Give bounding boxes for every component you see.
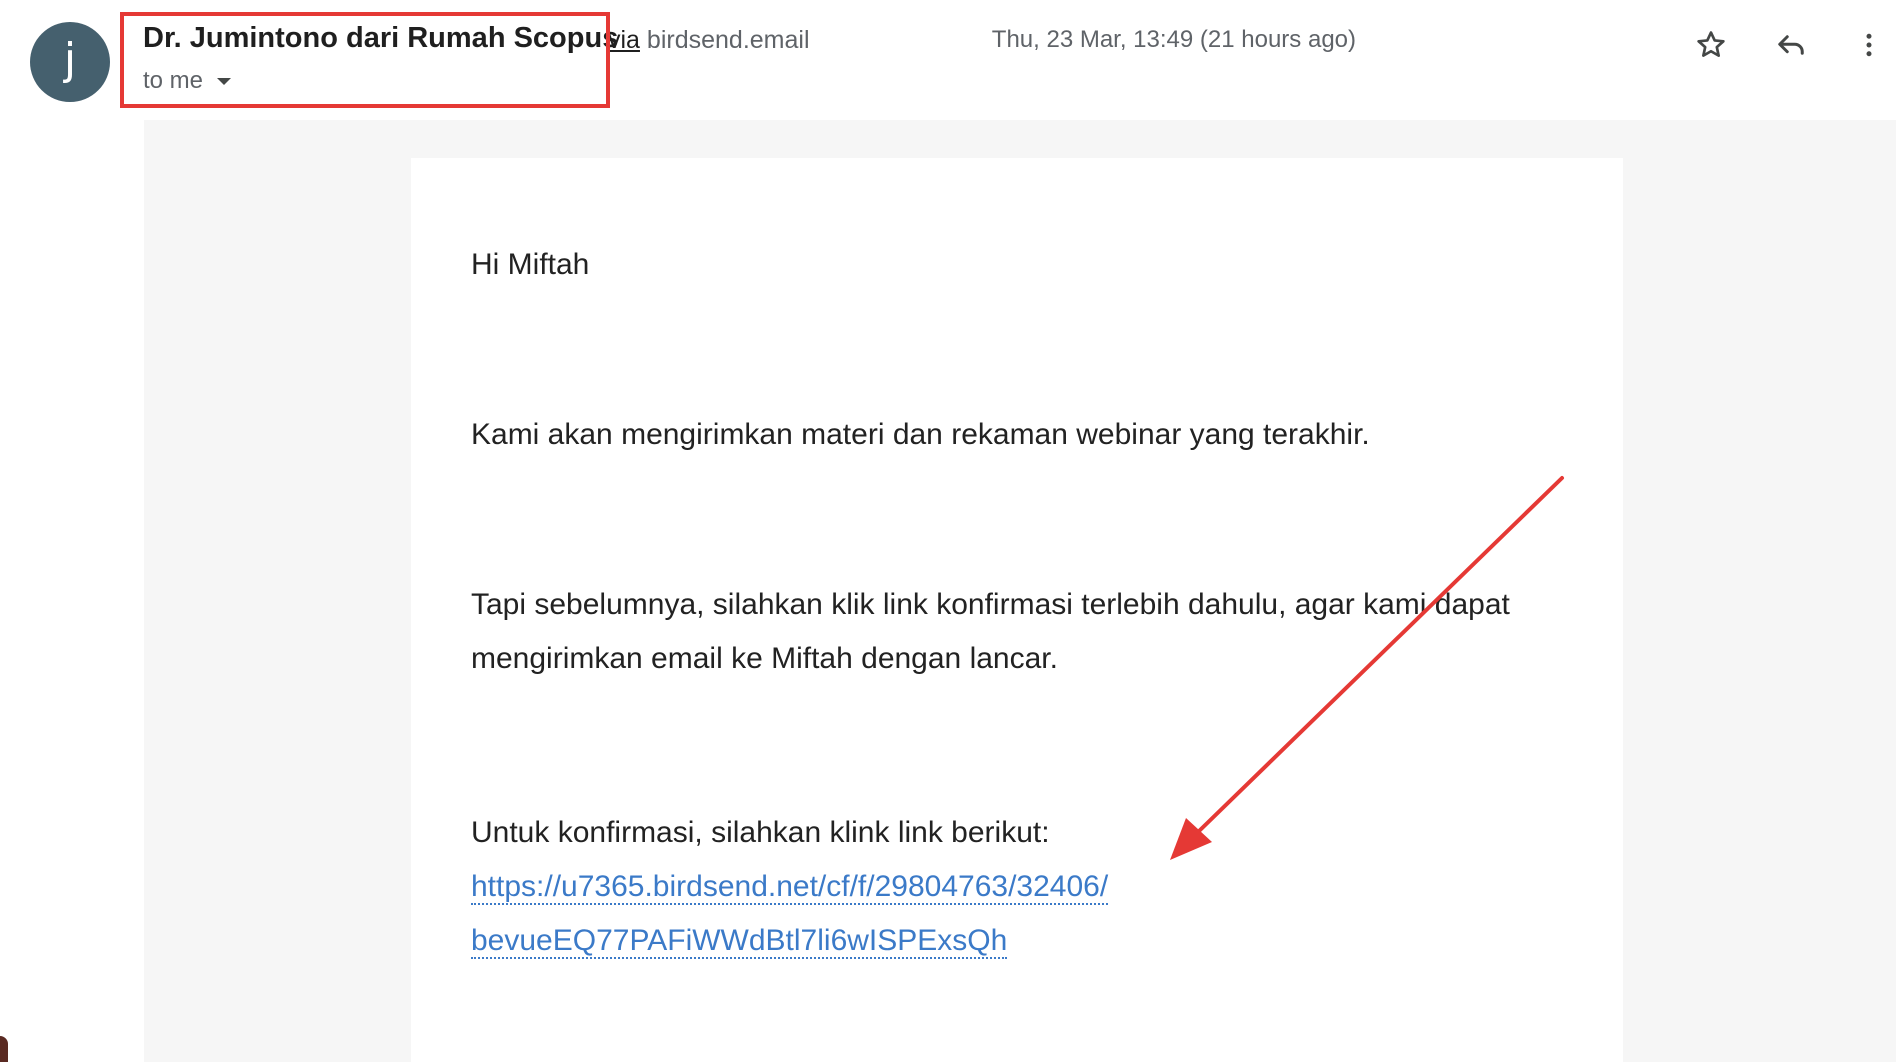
via-link[interactable]: via: [608, 26, 640, 54]
sender-avatar[interactable]: j: [30, 22, 110, 102]
reply-icon: [1778, 35, 1804, 55]
via-line: via birdsend.email: [608, 26, 810, 55]
confirmation-link-part-1[interactable]: https://u7365.birdsend.net/cf/f/29804763…: [471, 870, 1109, 905]
star-button[interactable]: [1686, 20, 1736, 70]
body-paragraph-3: Untuk konfirmasi, silahkan klink link be…: [471, 806, 1551, 968]
reply-button[interactable]: [1766, 20, 1816, 70]
more-options-button[interactable]: [1844, 20, 1894, 70]
via-domain: birdsend.email: [646, 26, 810, 54]
sender-name[interactable]: Dr. Jumintono dari Rumah Scopus: [143, 22, 618, 55]
confirmation-instruction: Untuk konfirmasi, silahkan klink link be…: [471, 816, 1050, 849]
star-icon: [1697, 31, 1725, 57]
recipient-label: to me: [143, 67, 204, 94]
left-edge-decoration: [0, 1036, 8, 1062]
greeting-text: Hi Miftah: [471, 248, 590, 281]
body-paragraph-2: Tapi sebelumnya, silahkan klik link konf…: [471, 588, 1510, 675]
recipient-details-toggle[interactable]: to me: [143, 67, 232, 95]
more-vert-icon: [1866, 33, 1872, 57]
chevron-down-icon[interactable]: [217, 78, 232, 86]
message-timestamp: Thu, 23 Mar, 13:49 (21 hours ago): [991, 26, 1356, 53]
email-view: j Dr. Jumintono dari Rumah Scopus via bi…: [0, 0, 1896, 1062]
body-paragraph-1: Kami akan mengirimkan materi dan rekaman…: [471, 418, 1370, 451]
confirmation-link-part-2[interactable]: bevueEQ77PAFiWWdBtl7li6wISPExsQh: [471, 924, 1008, 959]
